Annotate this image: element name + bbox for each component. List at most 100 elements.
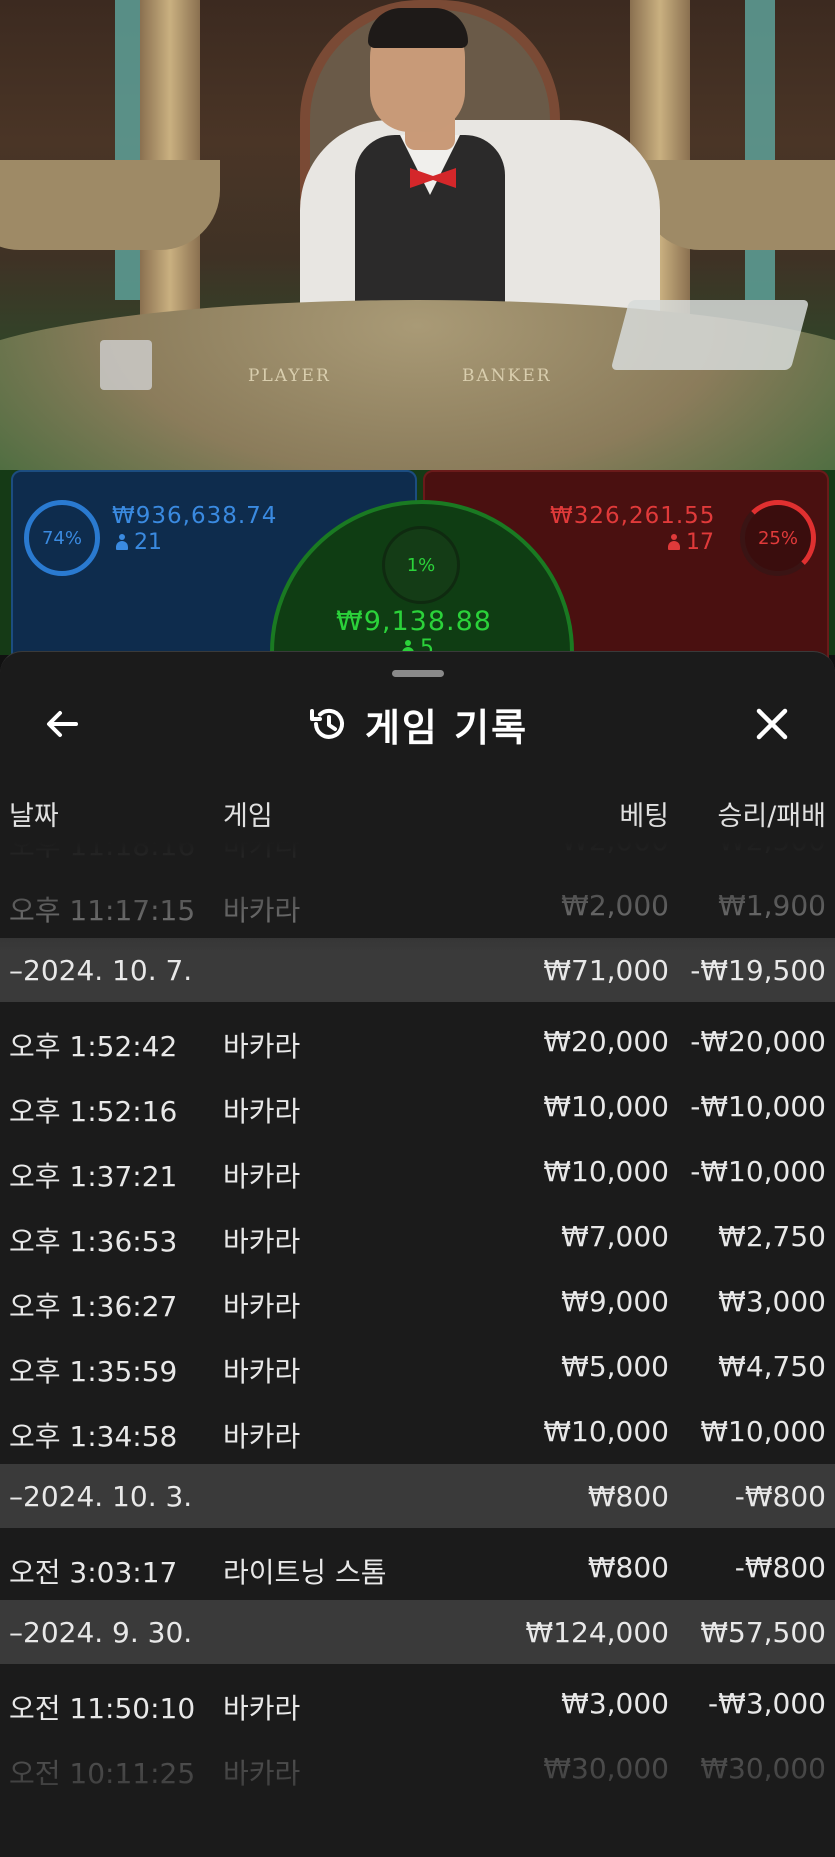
sheet-title: 게임 기록 [364, 705, 529, 750]
history-row[interactable]: 오전 10:11:25 바카라 ₩30,000 ₩30,000 [0, 1736, 835, 1801]
cell-winloss: -₩20,000 [690, 1025, 826, 1058]
cell-bet: ₩7,000 [561, 1220, 669, 1253]
cell-game: 바카라 [223, 1355, 301, 1388]
player-count-row: 21 [116, 530, 162, 555]
history-row[interactable]: 오후 11:18:16 바카라 ₩2,000 ₩2,500 [0, 842, 835, 873]
column-header-date: 날짜 [9, 801, 59, 832]
cell-date: 오후 11:18:16 [9, 842, 196, 862]
cell-game: 바카라 [223, 894, 301, 927]
cell-date: –2024. 9. 30. [9, 1616, 193, 1649]
cell-game: 바카라 [223, 1095, 301, 1128]
player-count: 21 [134, 530, 162, 555]
cell-game: 바카라 [223, 1160, 301, 1193]
cell-bet: ₩3,000 [561, 1687, 669, 1720]
cell-bet: ₩30,000 [543, 1752, 669, 1785]
history-row[interactable]: 오후 1:52:16 바카라 ₩10,000 -₩10,000 [0, 1074, 835, 1139]
cell-winloss: -₩800 [734, 1551, 826, 1584]
dealer-hair [368, 8, 468, 48]
cell-date: 오전 11:50:10 [9, 1692, 196, 1725]
cell-bet: ₩20,000 [543, 1025, 669, 1058]
cell-bet: ₩71,000 [543, 954, 669, 987]
banker-count-row: 17 [668, 530, 714, 555]
card-deck [100, 340, 152, 390]
player-percent-ring: 74% [24, 500, 100, 576]
player-amount: ₩936,638.74 [112, 503, 278, 529]
glass-panel-right [745, 0, 775, 300]
cell-game: 바카라 [223, 1290, 301, 1323]
cell-winloss: -₩10,000 [690, 1090, 826, 1123]
cell-date: 오후 1:37:21 [9, 1160, 178, 1193]
person-icon [116, 534, 128, 550]
column-header-winloss: 승리/패배 [717, 801, 826, 832]
banker-count: 17 [686, 530, 714, 555]
cell-date: 오전 10:11:25 [9, 1757, 196, 1790]
cell-winloss: -₩19,500 [690, 954, 826, 987]
side-table-right [640, 160, 835, 250]
cell-date: 오후 1:52:16 [9, 1095, 178, 1128]
date-group-row[interactable]: –2024. 9. 30. ₩124,000 ₩57,500 [0, 1600, 835, 1664]
history-row[interactable]: 오후 1:36:27 바카라 ₩9,000 ₩3,000 [0, 1269, 835, 1334]
cell-date: 오후 1:34:58 [9, 1420, 178, 1453]
cell-winloss: -₩800 [734, 1480, 826, 1513]
cell-winloss: -₩3,000 [708, 1687, 826, 1720]
person-icon [668, 534, 680, 550]
cell-game: 바카라 [223, 1030, 301, 1063]
card-shoe [610, 300, 810, 370]
cell-winloss: ₩3,000 [718, 1285, 826, 1318]
table-banker-label: BANKER [462, 366, 552, 386]
history-row[interactable]: 오전 11:50:10 바카라 ₩3,000 -₩3,000 [0, 1671, 835, 1736]
cell-bet: ₩10,000 [543, 1415, 669, 1448]
cell-winloss: -₩10,000 [690, 1155, 826, 1188]
cell-date: 오후 1:36:27 [9, 1290, 178, 1323]
banker-percent: 25% [757, 527, 798, 549]
cell-bet: ₩5,000 [561, 1350, 669, 1383]
cell-date: –2024. 10. 7. [9, 954, 193, 987]
sheet-drag-handle[interactable] [392, 670, 444, 677]
cell-game: 바카라 [223, 1420, 301, 1453]
banker-percent-ring: 25% [740, 500, 816, 576]
date-group-row[interactable]: –2024. 10. 7. ₩71,000 -₩19,500 [0, 938, 835, 1002]
cell-bet: ₩10,000 [543, 1155, 669, 1188]
side-table-left [0, 160, 220, 250]
cell-game: 바카라 [223, 1757, 301, 1790]
history-row[interactable]: 오후 1:37:21 바카라 ₩10,000 -₩10,000 [0, 1139, 835, 1204]
cell-winloss: ₩2,750 [718, 1220, 826, 1253]
cell-winloss: ₩1,900 [718, 889, 826, 922]
history-row[interactable]: 오후 1:52:42 바카라 ₩20,000 -₩20,000 [0, 1009, 835, 1074]
cell-game: 바카라 [223, 1692, 301, 1725]
cell-game: 라이트닝 스톰 [223, 1556, 387, 1589]
cell-date: 오후 1:36:53 [9, 1225, 178, 1258]
date-group-row[interactable]: –2024. 10. 3. ₩800 -₩800 [0, 1464, 835, 1528]
history-row[interactable]: 오후 1:35:59 바카라 ₩5,000 ₩4,750 [0, 1334, 835, 1399]
cell-date: 오후 1:35:59 [9, 1355, 178, 1388]
cell-date: 오후 1:52:42 [9, 1030, 178, 1063]
cell-bet: ₩9,000 [561, 1285, 669, 1318]
cell-bet: ₩2,000 [561, 889, 669, 922]
cell-date: –2024. 10. 3. [9, 1480, 193, 1513]
tie-percent: 1% [406, 554, 436, 576]
history-row[interactable]: 오전 3:03:17 라이트닝 스톰 ₩800 -₩800 [0, 1535, 835, 1600]
cell-winloss: ₩2,500 [718, 842, 826, 857]
cell-game: 바카라 [223, 1225, 301, 1258]
banker-amount: ₩326,261.55 [550, 503, 716, 529]
cell-bet: ₩2,000 [561, 842, 669, 857]
history-row[interactable]: 오후 11:17:15 바카라 ₩2,000 ₩1,900 [0, 873, 835, 938]
history-row[interactable]: 오후 1:36:53 바카라 ₩7,000 ₩2,750 [0, 1204, 835, 1269]
history-row[interactable]: 오후 1:34:58 바카라 ₩10,000 ₩10,000 [0, 1399, 835, 1464]
player-percent: 74% [41, 527, 82, 549]
tie-amount: ₩9,138.88 [336, 606, 492, 637]
column-header-game: 게임 [223, 801, 273, 832]
cell-bet: ₩800 [587, 1480, 669, 1513]
history-icon [307, 703, 349, 745]
tie-percent-ring: 1% [382, 526, 460, 604]
history-list[interactable]: 오후 11:18:16 바카라 ₩2,000 ₩2,500 오후 11:17:15 바카라… [0, 842, 835, 1857]
live-video-feed: PLAYER BANKER [0, 0, 835, 470]
cell-bet: ₩800 [587, 1551, 669, 1584]
cell-winloss: ₩57,500 [700, 1616, 826, 1649]
game-history-sheet: 게임 기록 날짜 게임 베팅 승리/패배 오후 11:18:16 바카라 ₩2,00… [0, 651, 835, 1857]
cell-winloss: ₩4,750 [718, 1350, 826, 1383]
close-icon[interactable] [750, 702, 794, 746]
table-player-label: PLAYER [248, 366, 331, 386]
cell-winloss: ₩10,000 [700, 1415, 826, 1448]
cell-date: 오후 11:17:15 [9, 894, 196, 927]
